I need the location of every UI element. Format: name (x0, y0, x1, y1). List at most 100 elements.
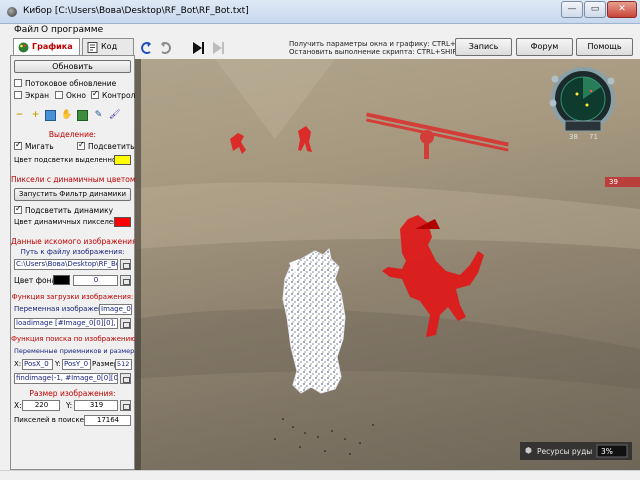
dynamic-color-swatch[interactable] (114, 217, 131, 227)
refresh-button[interactable]: Обновить (14, 60, 131, 73)
window-checkbox[interactable] (55, 91, 63, 99)
game-viewport[interactable]: 38 71 39 ⬢ Ресурсы руды 3% (135, 59, 640, 470)
tab-code-label: Код (101, 42, 118, 51)
toolbar: Получить параметры окна и графику: CTRL+… (135, 38, 640, 59)
load-function-header: Функция загрузки изображения: (11, 293, 134, 301)
redo-icon[interactable] (158, 40, 174, 56)
blink-checkbox[interactable] (14, 140, 22, 150)
menu-file[interactable]: Файл (14, 25, 39, 35)
highlight-option[interactable]: Подсветить (77, 140, 135, 151)
distant-red-creature-1 (230, 133, 246, 154)
minimize-button[interactable]: — (561, 1, 583, 18)
width-value: 220 (22, 400, 60, 411)
game-scene (135, 59, 640, 470)
bg-color-label: Цвет фона: (14, 276, 59, 285)
copy-load-code-icon[interactable] (120, 318, 131, 329)
x-receiver-label: X: (14, 360, 22, 368)
stream-update-checkbox[interactable] (14, 79, 22, 87)
help-button[interactable]: Помощь (576, 38, 633, 56)
run-dynamic-filter-button[interactable]: Запустить Фильтр динамики (14, 188, 131, 201)
file-path-input[interactable]: C:\Users\Вова\Desktop\RF_Bot\ (14, 259, 118, 270)
hand-icon[interactable]: ✋ (61, 110, 72, 121)
search-function-header: Функция поиска по изображению: (11, 335, 139, 343)
highlight-color-label: Цвет подсветки выделенного: (14, 156, 127, 164)
bg-color-swatch[interactable] (53, 275, 70, 285)
zoom-in-icon[interactable]: + (30, 110, 41, 121)
pick-color-icon[interactable] (120, 275, 131, 286)
image-variable-input[interactable]: Image_0 (99, 304, 132, 315)
forum-button[interactable]: Форум (516, 38, 573, 56)
minimap-right-value: 71 (589, 133, 598, 141)
contour-option[interactable]: Контроль (91, 89, 140, 100)
contour-checkbox[interactable] (91, 89, 99, 99)
code-file-icon (87, 42, 98, 53)
blink-label: Мигать (25, 142, 54, 151)
tab-code[interactable]: Код (82, 38, 134, 56)
stream-update-option[interactable]: Потоковое обновление (14, 79, 116, 88)
highlight-checkbox[interactable] (77, 140, 85, 150)
magnifier-icon[interactable] (45, 110, 56, 121)
file-path-label: Путь к файлу изображения: (20, 248, 125, 256)
copy-find-code-icon[interactable] (120, 373, 131, 384)
pixels-value: 17164 (84, 415, 131, 426)
menu-bar: Файл О программе (0, 24, 640, 38)
tab-graphics[interactable]: Графика (13, 38, 80, 56)
image-size-header: Размер изображения: (29, 389, 116, 398)
menu-about[interactable]: О программе (41, 25, 103, 35)
play-icon[interactable] (190, 40, 206, 56)
resource-value: 3% (601, 447, 613, 456)
title-bar: Кибор [C:\Users\Вова\Desktop\RF_Bot\RF_B… (0, 0, 640, 24)
undo-icon[interactable] (138, 40, 154, 56)
status-bar (0, 470, 640, 480)
highlight-dynamic-label: Подсветить динамику (25, 206, 114, 215)
stream-update-label: Потоковое обновление (25, 79, 117, 88)
record-button[interactable]: Запись (455, 38, 512, 56)
resource-icon: ⬢ (525, 446, 532, 455)
x-receiver-input[interactable]: PosX_0 (22, 359, 53, 370)
highlight-color-swatch[interactable] (114, 155, 131, 165)
image-icon[interactable] (77, 110, 88, 121)
hotkey-hint-stop: Остановить выполнение скрипта: CTRL+SHIF… (289, 48, 472, 56)
screen-checkbox[interactable] (14, 91, 22, 99)
window-option[interactable]: Окно (55, 91, 86, 100)
find-code-input[interactable]: findimage(-1, #Image_0[0][0], 0, #F (14, 373, 118, 384)
zoom-out-icon[interactable]: − (14, 110, 25, 121)
blink-option[interactable]: Мигать (14, 140, 54, 151)
bg-color-input[interactable]: 0 (73, 275, 118, 286)
step-icon[interactable] (210, 40, 226, 56)
screen-label: Экран (25, 91, 50, 100)
load-code-input[interactable]: loadimage [#Image_0[0][0], "C:\Us (14, 318, 118, 329)
left-panel: Графика Код Обновить Потоковое обновлени… (10, 38, 140, 470)
graphics-tab-content: Обновить Потоковое обновление Экран Окно… (10, 55, 140, 470)
edit-icon[interactable]: ✎ (93, 110, 104, 121)
receiver-vars-label: Переменные приемников и размер: (14, 347, 137, 355)
highlight-dynamic-option[interactable]: Подсветить динамику (14, 204, 114, 215)
scatter-dots (274, 418, 374, 455)
brush-icon[interactable]: 🖌 (109, 110, 120, 121)
height-value: 319 (74, 400, 118, 411)
dynamic-header: Пиксели с динамичным цветом: (11, 175, 139, 184)
dynamic-color-label: Цвет динамичных пикселей: (14, 218, 121, 226)
copy-size-icon[interactable] (120, 400, 131, 411)
source-image-header: Данные искомого изображения: (11, 237, 140, 246)
window-label: Окно (66, 91, 86, 100)
distant-red-creature-2 (298, 126, 312, 152)
browse-folder-icon[interactable] (120, 259, 131, 270)
height-label: Y: (66, 401, 73, 410)
selection-header: Выделение: (48, 130, 97, 139)
y-receiver-label: Y: (55, 360, 61, 368)
size-input[interactable]: 512 (115, 359, 132, 370)
width-label: X: (14, 401, 22, 410)
red-signpost (366, 112, 509, 159)
highlight-dynamic-checkbox[interactable] (14, 204, 22, 214)
screen-option[interactable]: Экран (14, 91, 49, 100)
y-receiver-input[interactable]: PosY_0 (62, 359, 91, 370)
close-button[interactable]: ✕ (607, 1, 637, 18)
side-number: 39 (609, 178, 618, 186)
maximize-button[interactable]: ▭ (584, 1, 606, 18)
tab-graphics-label: Графика (32, 42, 73, 51)
window-title: Кибор [C:\Users\Вова\Desktop\RF_Bot\RF_B… (23, 6, 249, 16)
minimap-level: 38 (569, 133, 578, 141)
palette-icon (18, 42, 29, 53)
tool-icon-row: − + ✋ ✎ 🖌 (14, 110, 132, 122)
